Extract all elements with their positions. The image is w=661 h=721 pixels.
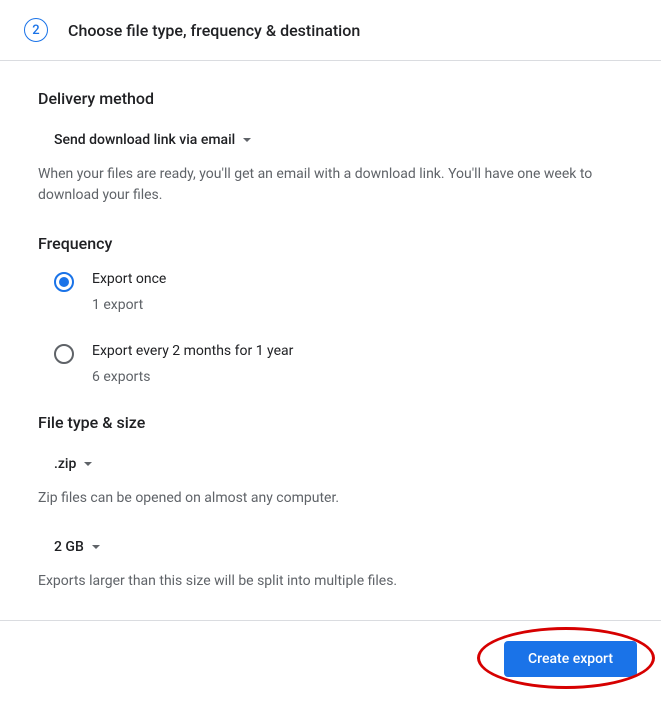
frequency-option-bimonthly[interactable]: Export every 2 months for 1 year 6 expor… [54,343,623,385]
chevron-down-icon [92,545,100,549]
file-size-value: 2 GB [54,539,84,555]
frequency-radio-group: Export once 1 export Export every 2 mont… [38,271,623,385]
content-panel: Delivery method Send download link via e… [0,61,661,621]
radio-content: Export once 1 export [92,271,166,313]
filetype-section-title: File type & size [38,413,623,432]
delivery-description: When your files are ready, you'll get an… [38,164,623,206]
file-type-description: Zip files can be opened on almost any co… [38,488,623,509]
footer: Create export [0,621,661,697]
create-export-button[interactable]: Create export [504,641,637,677]
delivery-method-dropdown[interactable]: Send download link via email [38,126,251,154]
file-size-dropdown[interactable]: 2 GB [38,533,100,561]
radio-sublabel: 1 export [92,297,166,313]
frequency-option-once[interactable]: Export once 1 export [54,271,623,313]
file-type-value: .zip [54,456,76,472]
radio-sublabel: 6 exports [92,369,293,385]
frequency-section-title: Frequency [38,234,623,253]
file-size-description: Exports larger than this size will be sp… [38,571,623,592]
step-number-badge: 2 [24,18,48,42]
chevron-down-icon [84,462,92,466]
radio-icon [54,344,74,364]
file-type-dropdown[interactable]: .zip [38,450,92,478]
radio-content: Export every 2 months for 1 year 6 expor… [92,343,293,385]
delivery-method-value: Send download link via email [54,132,235,148]
header-title: Choose file type, frequency & destinatio… [68,21,360,40]
radio-icon [54,272,74,292]
step-header: 2 Choose file type, frequency & destinat… [0,0,661,61]
radio-label: Export every 2 months for 1 year [92,343,293,359]
chevron-down-icon [243,138,251,142]
delivery-section-title: Delivery method [38,89,623,108]
radio-label: Export once [92,271,166,287]
